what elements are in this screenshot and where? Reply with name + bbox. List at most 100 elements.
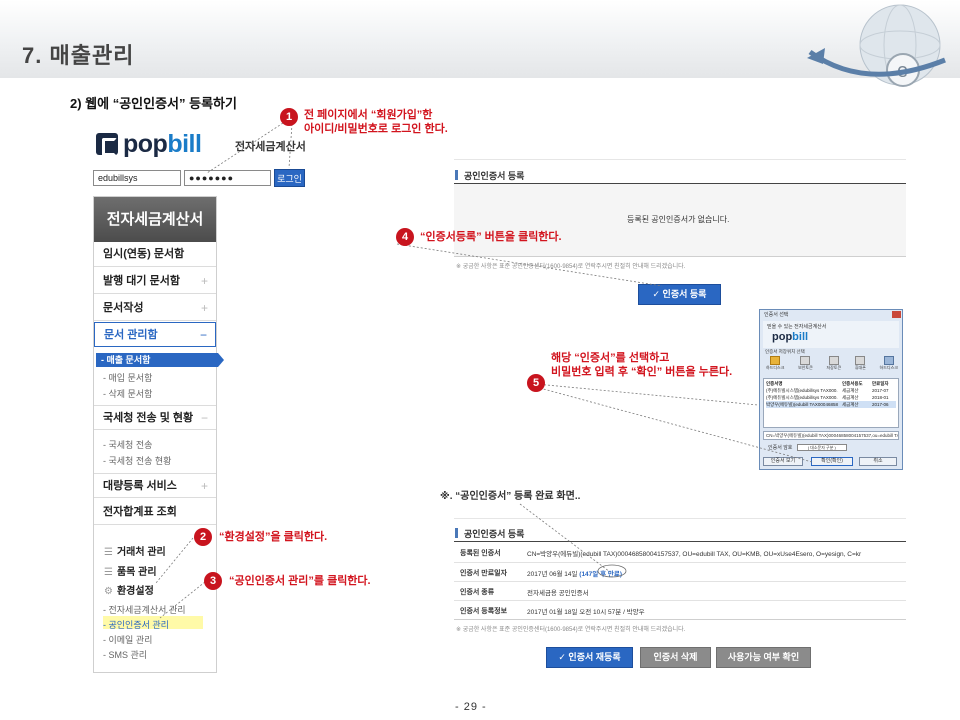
password-input[interactable]: ( 대소문자 구분 ) [796,444,847,452]
login-button[interactable]: 로그인 [274,169,305,187]
divider [454,159,906,160]
step-note: “공인인증서 관리”를 클릭한다. [229,575,371,587]
step-badge: 1 [280,108,298,126]
logo-prefix: pop [123,130,168,158]
cert-list-header: 인증서명 인증서용도 만료일자 [766,380,896,387]
row-label: 등록된 인증서 [460,550,501,557]
view-cert-button[interactable]: 인증서 보기 [763,457,803,466]
submenu-cert-manage[interactable]: - 공인인증서 관리 [103,618,169,631]
submenu-purchase-docs[interactable]: - 매입 문서함 [103,371,152,384]
cert-row[interactable]: (주)에듀빌시스템(edubillsys TAX000... 세금계산 2018-0… [766,394,896,401]
step-badge: 3 [204,572,222,590]
row-label: 인증서 종류 [460,589,495,596]
submenu-sales-docs[interactable]: - 매출 문서함 [96,353,224,367]
location-option[interactable]: 휴대폰 [855,356,866,376]
row-label: 인증서 만료일자 [460,570,508,577]
row-value: 전자세금용 공인인증서 [527,590,589,597]
expiry-date: 2017년 06월 14일 [527,571,580,578]
divider [454,600,906,601]
cert-name: (주)에듀빌시스템(edubillsys TAX000... [766,388,838,393]
plus-icon: + [200,479,208,493]
cancel-button[interactable]: 취소 [859,457,897,466]
drive-icon [883,356,894,365]
done-label: ※. “공인인증서” 등록 완료 화면.. [440,491,581,502]
row-value: CN=박양우(에듀빌)(edubill TAX)0004685800415753… [527,551,862,558]
submenu-etax-manage[interactable]: - 전자세금계산서 관리 [103,603,186,616]
close-icon[interactable] [892,311,901,318]
location-label: 하드디스크 [766,365,785,370]
dialog-heading: 믿을 수 있는 전자세금계산서 [767,324,827,330]
cert-dn-field[interactable]: CN=박양우(에듀빌)(edubill TAX)0004685800415753… [763,431,899,440]
menu-item-label: 발행 대기 문서함 [103,275,180,287]
popbill-logo[interactable]: popbill [96,130,202,159]
done-notice: ※ 궁금한 사항은 표준 공인인증센터(1600-9854)로 연락주시면 친절… [456,627,686,633]
cert-check-button[interactable]: 사용가능 여부 확인 [716,647,811,668]
location-label: 하드디스크 [879,365,898,370]
menu-item-temp-docs[interactable]: 임시(연동) 문서함 [94,242,216,267]
menu-item-write-doc[interactable]: 문서작성 + [94,296,216,321]
divider [454,581,906,582]
location-option[interactable]: 보안토큰 [798,356,813,376]
cert-usage: 세금계산 [842,388,859,393]
menu-settings[interactable]: ⚙ 환경설정 [104,582,154,597]
password-label: 인증서 암호 [768,445,793,451]
step-note: “환경설정”을 클릭한다. [219,531,328,543]
list-icon: ☰ [104,567,113,578]
cert-usage: 세금계산 [842,402,859,407]
step-note-line: 비밀번호 입력 후 “확인” 버튼을 누른다. [551,366,733,378]
menu-item-pending-docs[interactable]: 발행 대기 문서함 + [94,269,216,294]
divider [454,619,906,620]
cert-expiry: 2017-06 [872,402,889,407]
step-badge: 2 [194,528,212,546]
menu-item-summary[interactable]: 전자합계표 조회 [94,500,216,525]
submenu-email-manage[interactable]: - 이메일 관리 [103,633,152,646]
sidebar-menu [93,196,217,673]
step-badge: 4 [396,228,414,246]
cert-row-selected[interactable]: 박양우(에듀빌)(edubill TAX00046858... 세금계산 2017-… [766,401,896,408]
location-option[interactable]: 하드디스크 [880,356,898,376]
submenu-deleted-docs[interactable]: - 삭제 문서함 [103,387,152,400]
menu-item-bulk[interactable]: 대량등록 서비스 + [94,473,216,498]
minus-icon: − [200,411,208,425]
row-label: 인증서 등록정보 [460,608,508,615]
page-number: - 29 - [455,701,487,713]
column-header: 인증서명 [766,381,783,386]
minus-icon: − [199,328,207,342]
phone-icon [855,356,866,365]
step-badge: 5 [527,374,545,392]
menu-item-label: 전자합계표 조회 [103,506,177,518]
menu-label: 품목 관리 [116,567,157,578]
cert-row[interactable]: (주)에듀빌시스템(edubillsys TAX000... 세금계산 2017-0… [766,387,896,394]
step-note: 해당 “인증서”를 선택하고 비밀번호 입력 후 “확인” 버튼을 누른다. [551,351,732,379]
location-label: 휴대폰 [854,365,866,370]
submenu-nts-status[interactable]: - 국세청 전송 현황 [103,454,171,467]
plus-icon: + [200,274,208,288]
submenu-sms-manage[interactable]: - SMS 관리 [103,648,147,661]
menu-item-nts[interactable]: 국세청 전송 및 현황 − [94,405,216,430]
divider [454,541,906,542]
row-value: 2017년 06월 14일 (147일 후 만료) [527,568,622,578]
dialog-logo: popbill [772,331,808,343]
cert-empty-message: 등록된 공인인증서가 없습니다. [627,215,730,224]
column-header: 인증서용도 [842,381,863,386]
confirm-button[interactable]: 확인(확인) [811,457,853,466]
password-input[interactable]: ●●●●●●● [184,170,271,186]
list-icon: ☰ [104,547,113,558]
cert-list: 인증서명 인증서용도 만료일자 (주)에듀빌시스템(edubillsys TAX00… [763,378,899,428]
menu-item-manage[interactable]: ☰ 품목 관리 [104,563,157,578]
cert-reregister-button[interactable]: ✓ 인증서 재등록 [546,647,633,668]
cert-name: 박양우(에듀빌)(edubill TAX00046858... [766,402,838,407]
id-input[interactable]: edubillsys [93,170,181,186]
cert-delete-button[interactable]: 인증서 삭제 [640,647,711,668]
callout-line [535,383,759,406]
menu-partner-manage[interactable]: ☰ 거래처 관리 [104,543,166,558]
location-option[interactable]: 저장토큰 [826,356,841,376]
divider [454,562,906,563]
cert-register-button[interactable]: ✓ 인증서 등록 [638,284,721,305]
menu-item-doc-manage[interactable]: 문서 관리함 − [94,322,216,347]
location-option[interactable]: 하드디스크 [766,356,784,376]
cert-usage: 세금계산 [842,395,859,400]
password-row: 인증서 암호 ( 대소문자 구분 ) [763,444,899,452]
menu-item-label: 문서 관리함 [104,329,158,341]
submenu-nts-send[interactable]: - 국세청 전송 [103,438,152,451]
